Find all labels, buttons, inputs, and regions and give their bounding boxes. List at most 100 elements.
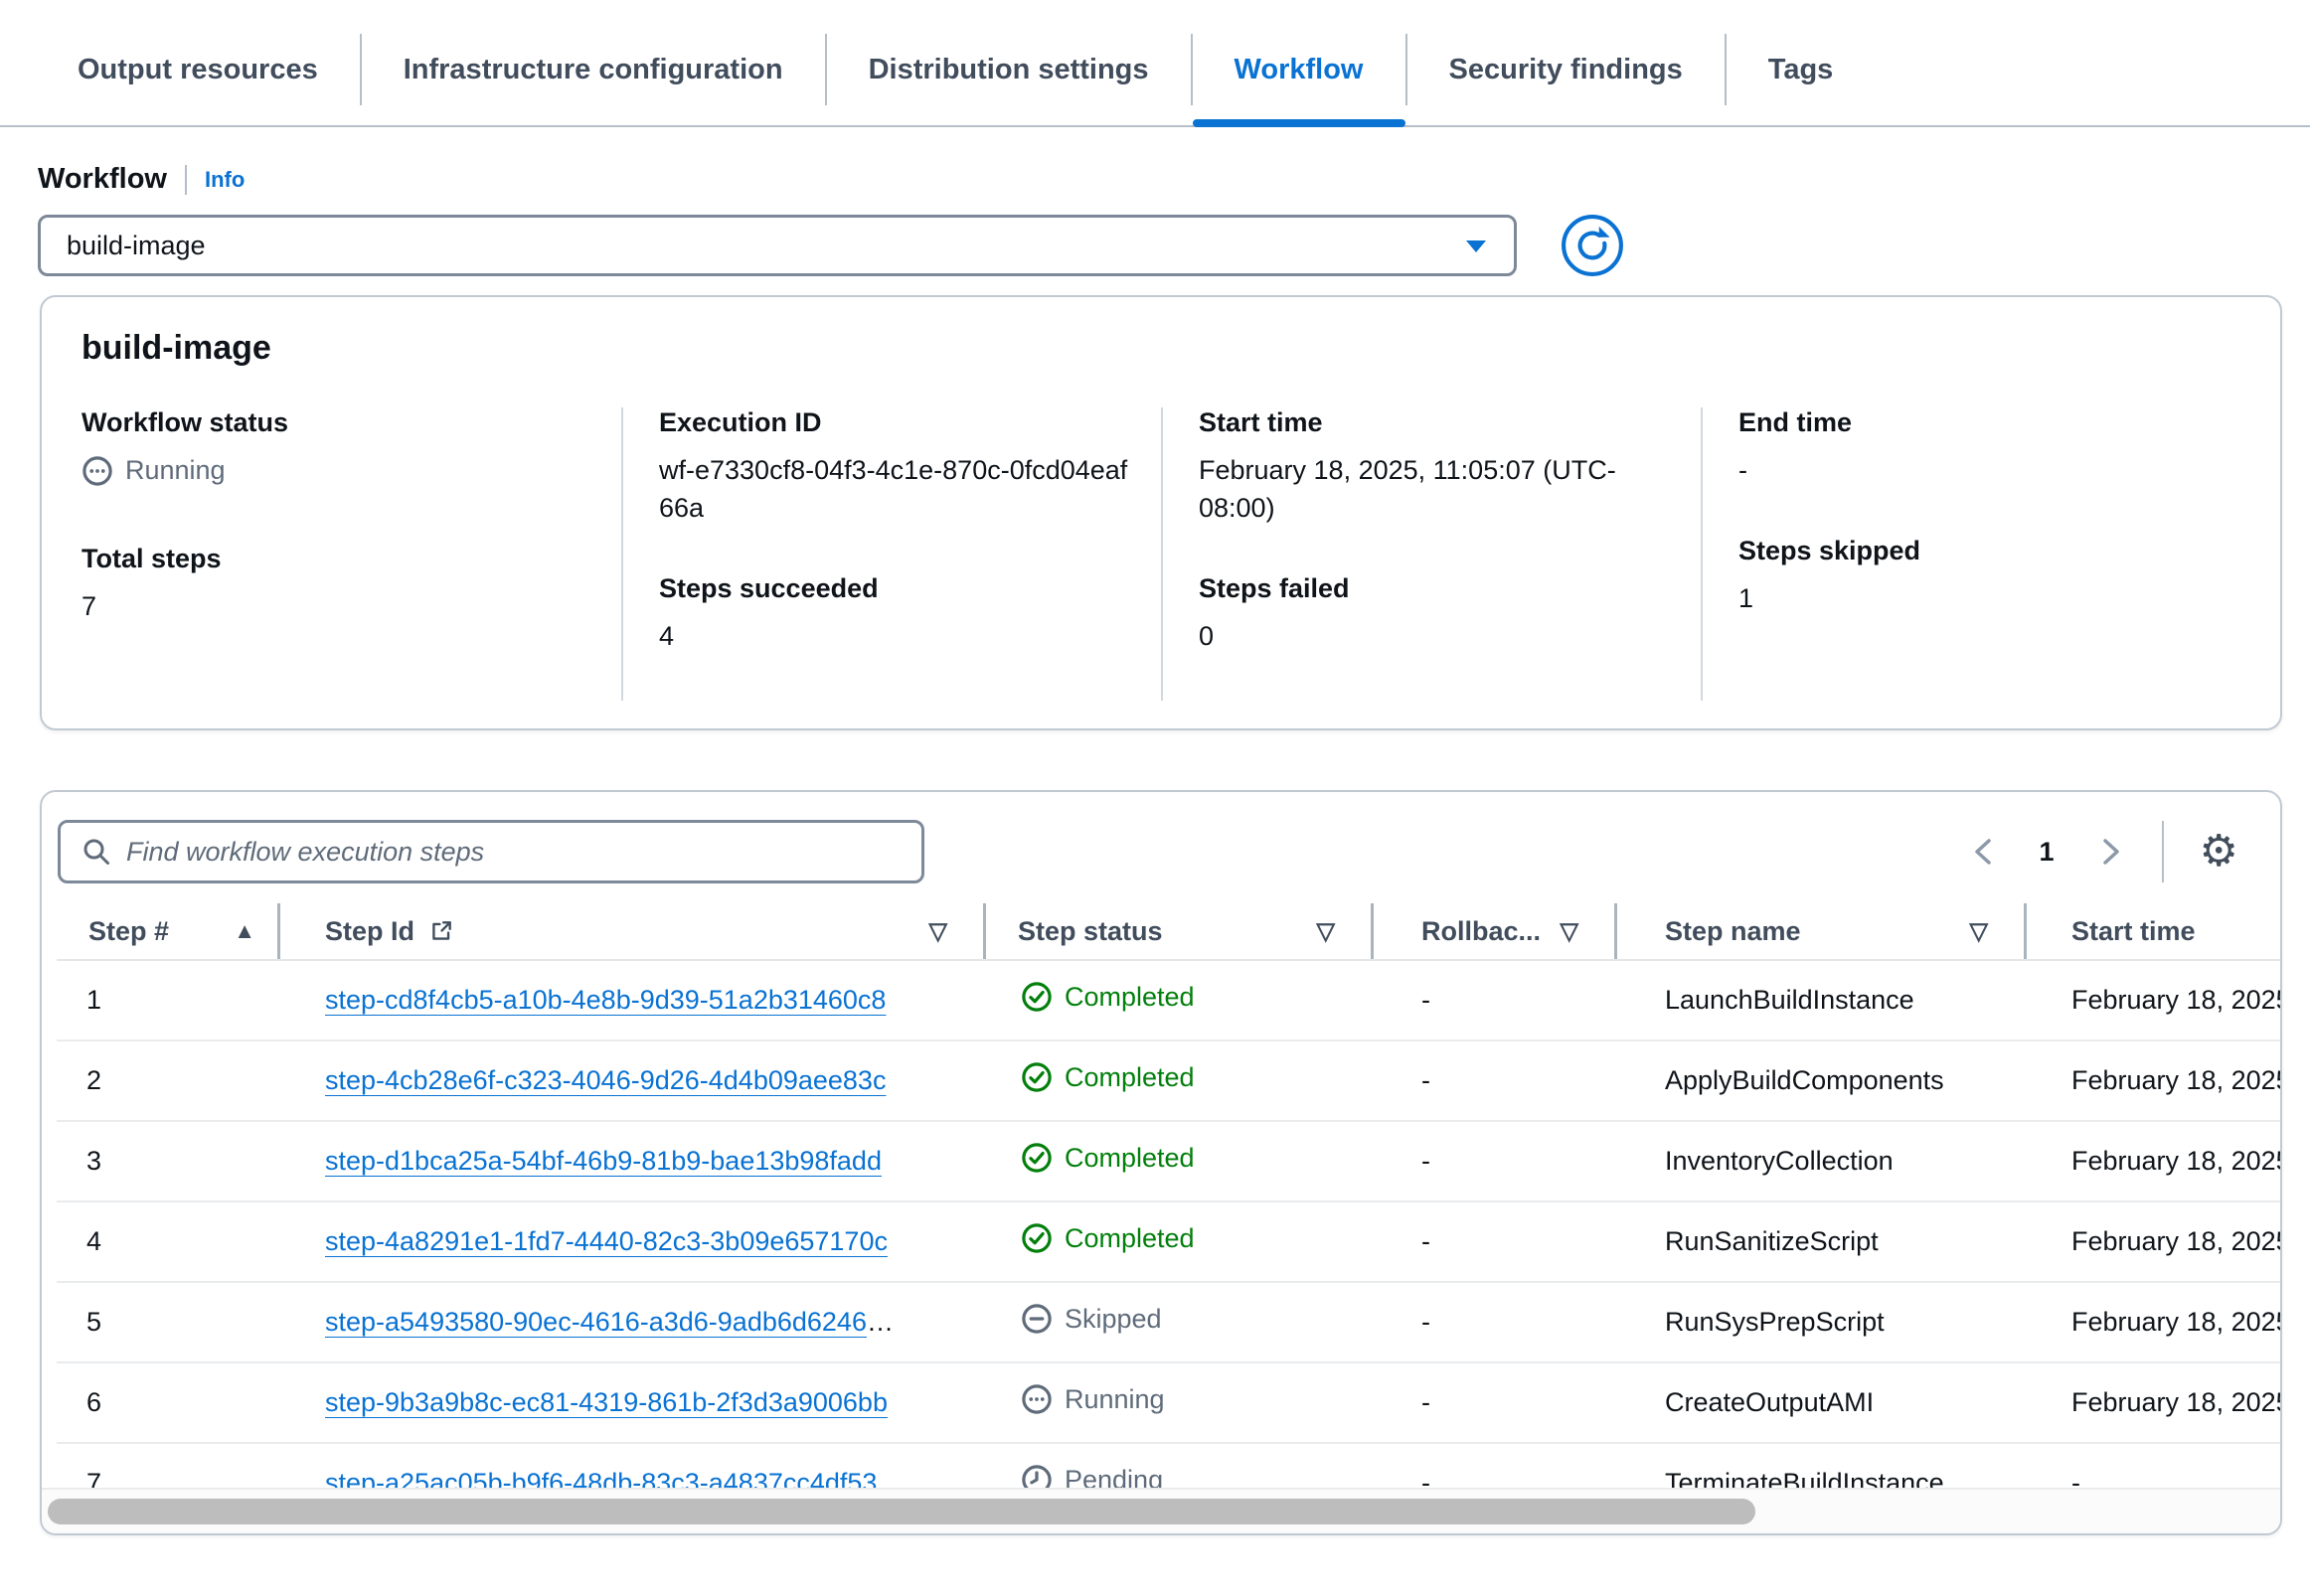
- total-steps-value: 7: [82, 588, 591, 626]
- start-time-label: Start time: [1199, 407, 1671, 438]
- column-header-step-name[interactable]: Step name ▽: [1617, 903, 2027, 959]
- workflow-status-value: Running: [82, 452, 226, 490]
- tab-bar: Output resources Infrastructure configur…: [0, 0, 2310, 127]
- step-id-link[interactable]: step-cd8f4cb5-a10b-4e8b-9d39-51a2b31460c…: [325, 985, 886, 1015]
- step-id-ellipsis: …: [867, 1307, 894, 1337]
- step-name: InventoryCollection: [1617, 1146, 2027, 1177]
- step-number: 2: [57, 1065, 280, 1096]
- external-link-icon: [428, 918, 454, 944]
- column-header-step-status[interactable]: Step status ▽: [986, 903, 1374, 959]
- chevron-left-icon: [1970, 835, 1996, 869]
- step-status: Running: [1021, 1383, 1165, 1415]
- summary-title: build-image: [82, 329, 2240, 368]
- tab-tags[interactable]: Tags: [1725, 34, 1876, 105]
- step-number: 4: [57, 1226, 280, 1257]
- step-status-icon: [1021, 981, 1053, 1013]
- rollback-status: -: [1374, 1307, 1617, 1338]
- workflow-select[interactable]: build-image: [38, 215, 1517, 276]
- column-header-start-time[interactable]: Start time: [2027, 903, 2280, 959]
- page-number[interactable]: 1: [2026, 837, 2068, 868]
- summary-column-end: End time - Steps skipped 1: [1701, 407, 2240, 701]
- step-status: Completed: [1021, 1061, 1195, 1093]
- horizontal-scrollbar[interactable]: [42, 1488, 2280, 1533]
- step-name: RunSanitizeScript: [1617, 1226, 2027, 1257]
- status-running-icon: [82, 455, 113, 487]
- step-status: Completed: [1021, 1142, 1195, 1174]
- workflow-steps-card: 1 ⚙ Step # ▲ Step Id: [40, 790, 2282, 1535]
- summary-column-execution: Execution ID wf-e7330cf8-04f3-4c1e-870c-…: [621, 407, 1161, 701]
- step-id-link[interactable]: step-9b3a9b8c-ec81-4319-861b-2f3d3a9006b…: [325, 1387, 888, 1417]
- tab-distribution-settings[interactable]: Distribution settings: [825, 34, 1191, 105]
- step-status-icon: [1021, 1383, 1053, 1415]
- filter-icon[interactable]: ▽: [1561, 917, 1578, 946]
- scrollbar-thumb[interactable]: [48, 1499, 1755, 1524]
- table-row: 6 step-9b3a9b8c-ec81-4319-861b-2f3d3a900…: [57, 1361, 2280, 1442]
- step-status-label: Completed: [1065, 982, 1195, 1013]
- execution-id-label: Execution ID: [659, 407, 1131, 438]
- execution-id-value: wf-e7330cf8-04f3-4c1e-870c-0fcd04eaf66a: [659, 452, 1131, 528]
- rollback-status: -: [1374, 1387, 1617, 1418]
- search-icon: [81, 836, 112, 868]
- step-status-label: Skipped: [1065, 1304, 1162, 1335]
- steps-skipped-value: 1: [1738, 580, 2211, 618]
- info-link[interactable]: Info: [205, 167, 245, 193]
- table-row: 5 step-a5493580-90ec-4616-a3d6-9adb6d624…: [57, 1281, 2280, 1361]
- filter-icon[interactable]: ▽: [1970, 917, 1988, 946]
- column-header-step-id[interactable]: Step Id ▽: [280, 903, 986, 959]
- summary-column-status: Workflow status Running Total steps 7: [82, 407, 621, 701]
- step-id-link[interactable]: step-d1bca25a-54bf-46b9-81b9-bae13b98fad…: [325, 1146, 882, 1176]
- filter-icon[interactable]: ▽: [929, 917, 947, 946]
- steps-table: Step # ▲ Step Id ▽ Step sta: [57, 903, 2280, 1522]
- search-input[interactable]: [126, 837, 902, 868]
- step-status-icon: [1021, 1222, 1053, 1254]
- tab-workflow[interactable]: Workflow: [1191, 34, 1405, 105]
- step-name: ApplyBuildComponents: [1617, 1065, 2027, 1096]
- tab-security-findings[interactable]: Security findings: [1405, 34, 1725, 105]
- tab-infrastructure-configuration[interactable]: Infrastructure configuration: [360, 34, 825, 105]
- toolbar-divider: [2162, 821, 2164, 882]
- step-id-link[interactable]: step-4a8291e1-1fd7-4440-82c3-3b09e657170…: [325, 1226, 888, 1256]
- step-status: Completed: [1021, 981, 1195, 1013]
- step-start-time: February 18, 2025: [2027, 985, 2280, 1016]
- filter-icon[interactable]: ▽: [1317, 917, 1335, 946]
- step-number: 5: [57, 1307, 280, 1338]
- step-name: LaunchBuildInstance: [1617, 985, 2027, 1016]
- column-header-rollback[interactable]: Rollbac... ▽: [1374, 903, 1617, 959]
- refresh-button[interactable]: [1561, 214, 1624, 277]
- previous-page-button[interactable]: [1966, 831, 2000, 873]
- step-start-time: February 18, 2025: [2027, 1065, 2280, 1096]
- workflow-summary-card: build-image Workflow status Running Tota…: [40, 295, 2282, 730]
- table-row: 2 step-4cb28e6f-c323-4046-9d26-4d4b09aee…: [57, 1039, 2280, 1120]
- step-start-time: February 18, 2025: [2027, 1387, 2280, 1418]
- step-id-link[interactable]: step-4cb28e6f-c323-4046-9d26-4d4b09aee83…: [325, 1065, 886, 1095]
- rollback-status: -: [1374, 1065, 1617, 1096]
- tabs-divider: [0, 125, 2310, 127]
- steps-failed-value: 0: [1199, 618, 1671, 656]
- steps-succeeded-value: 4: [659, 618, 1131, 656]
- step-status: Completed: [1021, 1222, 1195, 1254]
- step-start-time: February 18, 2025: [2027, 1226, 2280, 1257]
- start-time-value: February 18, 2025, 11:05:07 (UTC-08:00): [1199, 452, 1626, 528]
- step-status-label: Running: [1065, 1384, 1165, 1415]
- step-status-icon: [1021, 1142, 1053, 1174]
- step-status: Skipped: [1021, 1303, 1162, 1335]
- step-number: 3: [57, 1146, 280, 1177]
- next-page-button[interactable]: [2094, 831, 2128, 873]
- table-row: 3 step-d1bca25a-54bf-46b9-81b9-bae13b98f…: [57, 1120, 2280, 1200]
- summary-column-start: Start time February 18, 2025, 11:05:07 (…: [1161, 407, 1701, 701]
- table-settings-button[interactable]: ⚙: [2198, 830, 2240, 874]
- column-header-step-number[interactable]: Step # ▲: [57, 903, 280, 959]
- sort-ascending-icon[interactable]: ▲: [234, 918, 255, 944]
- rollback-status: -: [1374, 1146, 1617, 1177]
- tab-output-resources[interactable]: Output resources: [36, 34, 360, 105]
- step-status-label: Completed: [1065, 1223, 1195, 1254]
- end-time-label: End time: [1738, 407, 2211, 438]
- heading-divider: [185, 165, 187, 195]
- end-time-value: -: [1738, 452, 2211, 490]
- refresh-icon: [1561, 265, 1624, 280]
- step-id-link[interactable]: step-a5493580-90ec-4616-a3d6-9adb6d6246: [325, 1307, 867, 1337]
- workflow-select-value: build-image: [67, 231, 206, 261]
- step-name: CreateOutputAMI: [1617, 1387, 2027, 1418]
- step-number: 1: [57, 985, 280, 1016]
- steps-table-body: 1 step-cd8f4cb5-a10b-4e8b-9d39-51a2b3146…: [57, 959, 2280, 1522]
